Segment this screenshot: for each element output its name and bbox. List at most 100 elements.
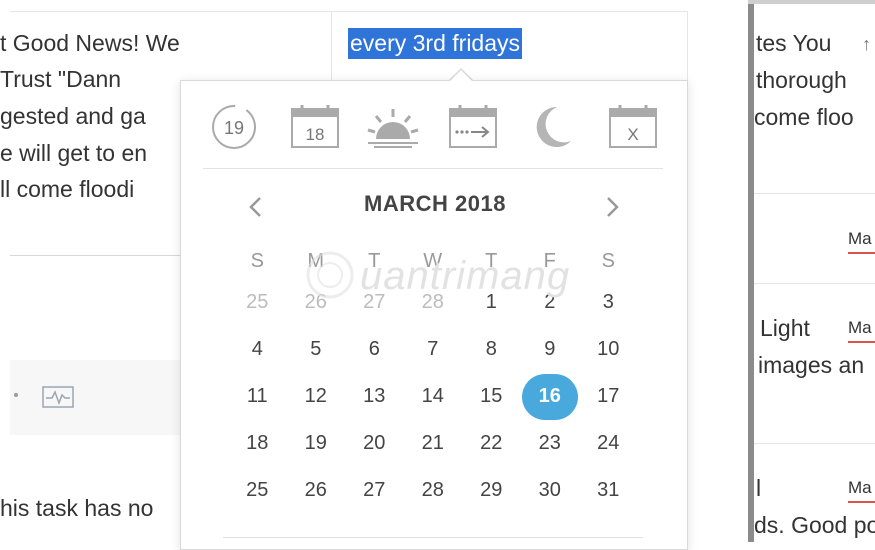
arrow-icon[interactable]: ↑	[862, 34, 871, 55]
calendar-day-number: 6	[368, 338, 380, 360]
calendar-day-selected[interactable]: 16	[521, 373, 580, 420]
calendar-day-number: 9	[544, 338, 556, 360]
tag-underline	[848, 252, 875, 254]
calendar-day[interactable]: 12	[287, 373, 346, 420]
calendar-day[interactable]: 25	[228, 279, 287, 326]
calendar-day[interactable]: 27	[345, 467, 404, 514]
calendar-day-number: 18	[246, 432, 269, 454]
task-list-text[interactable]: tes You	[756, 30, 831, 57]
calendar-day-number: 7	[427, 338, 439, 360]
calendar-day[interactable]: 20	[345, 420, 404, 467]
calendar-week-row: 18 19 20 21 22 23 24	[228, 420, 638, 467]
task-note-line[interactable]: ll come floodi	[0, 176, 180, 203]
tomorrow-icon: 18	[291, 105, 339, 148]
task-list-text[interactable]: images an	[758, 352, 864, 379]
recurrence-input[interactable]: every 3rd fridays	[348, 28, 523, 59]
calendar-day-number: 4	[251, 338, 263, 360]
task-note-line[interactable]: Trust "Dann	[0, 66, 180, 93]
calendar-day-number: 13	[363, 385, 386, 407]
calendar-day[interactable]: 28	[404, 467, 463, 514]
calendar-day[interactable]: 22	[462, 420, 521, 467]
calendar-day-number: 2	[544, 291, 556, 313]
weekday-label: F	[543, 249, 556, 272]
month-title: MARCH 2018	[364, 191, 506, 216]
calendar-day[interactable]: 30	[521, 467, 580, 514]
calendar-day[interactable]: 21	[404, 420, 463, 467]
calendar-day-number: 30	[538, 479, 561, 501]
prev-month-button[interactable]	[241, 189, 271, 225]
next-month-button[interactable]	[597, 189, 627, 225]
calendar-day-number: 14	[421, 385, 444, 407]
calendar-day[interactable]: 11	[228, 373, 287, 420]
calendar-day[interactable]: 29	[462, 467, 521, 514]
calendar-day[interactable]: 23	[521, 420, 580, 467]
weekday-label: M	[307, 249, 325, 272]
calendar-day[interactable]: 13	[345, 373, 404, 420]
moon-icon	[536, 106, 571, 147]
panel-shadow	[748, 0, 754, 542]
quick-row-divider	[203, 168, 663, 169]
list-separator	[754, 193, 875, 194]
task-list-text[interactable]: thorough	[756, 67, 847, 94]
calendar-day[interactable]: 5	[287, 326, 346, 373]
panel-top-border	[10, 11, 687, 12]
activity-icon[interactable]	[42, 386, 74, 408]
calendar-body: 25 26 27 28 1 2 3 4 5 6 7 8 9 10 11 12 13 14 15 16 17 18 19 20 2…	[228, 279, 638, 514]
tomorrow-button[interactable]: 18	[286, 103, 344, 151]
chevron-left-icon	[249, 197, 261, 217]
calendar-day[interactable]: 26	[287, 467, 346, 514]
task-list-text[interactable]: l	[756, 475, 761, 502]
calendar-day[interactable]: 17	[579, 373, 638, 420]
no-date-button[interactable]: X	[604, 103, 662, 151]
field-divider	[331, 11, 332, 81]
weekday-label: S	[601, 249, 615, 272]
calendar-day[interactable]: 14	[404, 373, 463, 420]
calendar-day-number: 10	[597, 338, 620, 360]
calendar-day[interactable]: 25	[228, 467, 287, 514]
task-list-text[interactable]: ds. Good po	[754, 512, 875, 539]
task-list-text[interactable]: come floo	[754, 104, 854, 131]
task-list-text[interactable]: Light	[760, 315, 810, 342]
task-note-line[interactable]: gested and ga	[0, 103, 180, 130]
calendar-day-number: 5	[310, 338, 322, 360]
weekday-label: T	[485, 249, 498, 272]
calendar-day[interactable]: 31	[579, 467, 638, 514]
calendar-day[interactable]: 2	[521, 279, 580, 326]
calendar-day[interactable]: 19	[287, 420, 346, 467]
calendar-day[interactable]: 6	[345, 326, 404, 373]
today-button[interactable]: 19	[205, 103, 263, 151]
calendar-day-number: 8	[485, 338, 497, 360]
calendar-day-number: 29	[480, 479, 503, 501]
calendar-day-number: 20	[363, 432, 386, 454]
calendar-day[interactable]: 10	[579, 326, 638, 373]
calendar-day[interactable]: 24	[579, 420, 638, 467]
calendar-day[interactable]: 4	[228, 326, 287, 373]
calendar-day[interactable]: 3	[579, 279, 638, 326]
evening-button[interactable]	[521, 103, 579, 151]
calendar-day[interactable]: 7	[404, 326, 463, 373]
calendar-week-row: 11 12 13 14 15 16 17	[228, 373, 638, 420]
calendar-day[interactable]: 9	[521, 326, 580, 373]
calendar-day[interactable]: 27	[345, 279, 404, 326]
task-note-line[interactable]: e will get to en	[0, 140, 180, 167]
calendar-day[interactable]: 8	[462, 326, 521, 373]
calendar-day[interactable]: 15	[462, 373, 521, 420]
next-week-button[interactable]	[364, 103, 422, 151]
postpone-button[interactable]	[444, 103, 502, 151]
svg-text:18: 18	[306, 125, 325, 144]
calendar-day[interactable]: 18	[228, 420, 287, 467]
calendar-day[interactable]: 28	[404, 279, 463, 326]
task-tag[interactable]: Ma	[848, 318, 872, 338]
calendar-day-number: 27	[363, 291, 386, 313]
calendar-day-number: 26	[304, 479, 327, 501]
task-tag[interactable]: Ma	[848, 478, 872, 498]
calendar-day[interactable]: 26	[287, 279, 346, 326]
calendar-week-row: 25 26 27 28 1 2 3	[228, 279, 638, 326]
calendar-day[interactable]: 1	[462, 279, 521, 326]
task-note-line[interactable]: t Good News! We	[0, 30, 180, 57]
tag-underline	[848, 501, 875, 503]
popover-footer-divider	[223, 537, 643, 538]
task-tag[interactable]: Ma	[848, 229, 872, 249]
dot-separator-icon	[14, 393, 18, 397]
today-icon: 19	[212, 105, 256, 149]
